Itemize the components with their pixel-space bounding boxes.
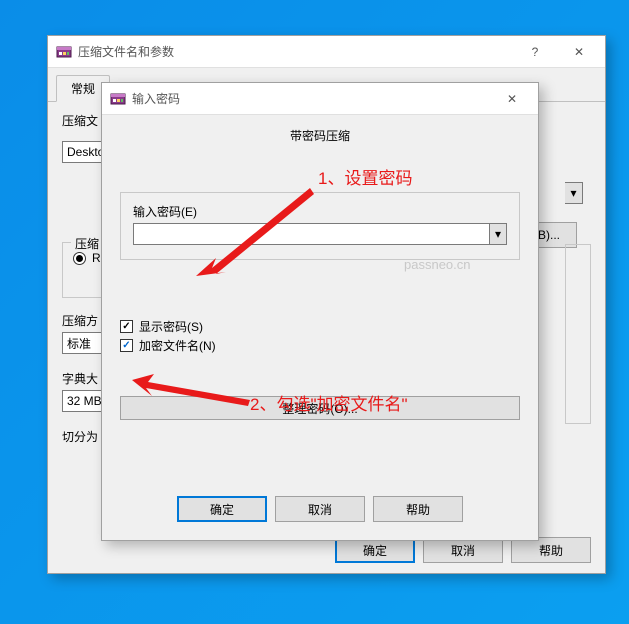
child-titlebar: 输入密码 ✕ (102, 83, 538, 115)
checkbox-group: 显示密码(S) 加密文件名(N) (120, 318, 520, 354)
child-button-row: 确定 取消 帮助 (102, 486, 538, 532)
password-input-wrap: ▾ (133, 223, 507, 245)
child-help-button[interactable]: 帮助 (373, 496, 463, 522)
organize-passwords-button[interactable]: 整理密码(O)... (120, 396, 520, 420)
checkbox-icon (120, 320, 133, 333)
child-ok-button[interactable]: 确定 (177, 496, 267, 522)
parent-titlebar: 压缩文件名和参数 ? ✕ (48, 36, 605, 68)
help-button[interactable]: ? (513, 38, 557, 66)
password-input[interactable] (133, 223, 489, 245)
winrar-icon (56, 44, 72, 60)
compress-group-title: 压缩 (71, 235, 103, 252)
password-dialog: 输入密码 ✕ 带密码压缩 输入密码(E) ▾ 显示密码(S) 加密文件名(N) … (101, 82, 539, 541)
show-password-checkbox[interactable]: 显示密码(S) (120, 318, 520, 335)
password-history-dropdown[interactable]: ▾ (489, 223, 507, 245)
child-close-button[interactable]: ✕ (490, 85, 534, 113)
child-cancel-button[interactable]: 取消 (275, 496, 365, 522)
enter-password-label: 输入密码(E) (133, 203, 507, 220)
child-title: 输入密码 (132, 90, 490, 107)
winrar-icon (110, 91, 126, 107)
chevron-down-icon[interactable]: ▾ (565, 182, 583, 204)
child-body: 带密码压缩 输入密码(E) ▾ 显示密码(S) 加密文件名(N) 整理密码(O)… (102, 115, 538, 424)
parent-title: 压缩文件名和参数 (78, 43, 513, 60)
close-button[interactable]: ✕ (557, 38, 601, 66)
checkbox-icon (120, 339, 133, 352)
show-password-label: 显示密码(S) (139, 318, 203, 335)
radio-dot-icon (73, 252, 86, 265)
right-column-stub: ▾ (565, 182, 591, 442)
password-header: 带密码压缩 (120, 127, 520, 144)
radio-rar-label: R (92, 251, 101, 265)
password-groupbox: 输入密码(E) ▾ (120, 192, 520, 260)
encrypt-names-label: 加密文件名(N) (139, 337, 216, 354)
encrypt-names-checkbox[interactable]: 加密文件名(N) (120, 337, 520, 354)
